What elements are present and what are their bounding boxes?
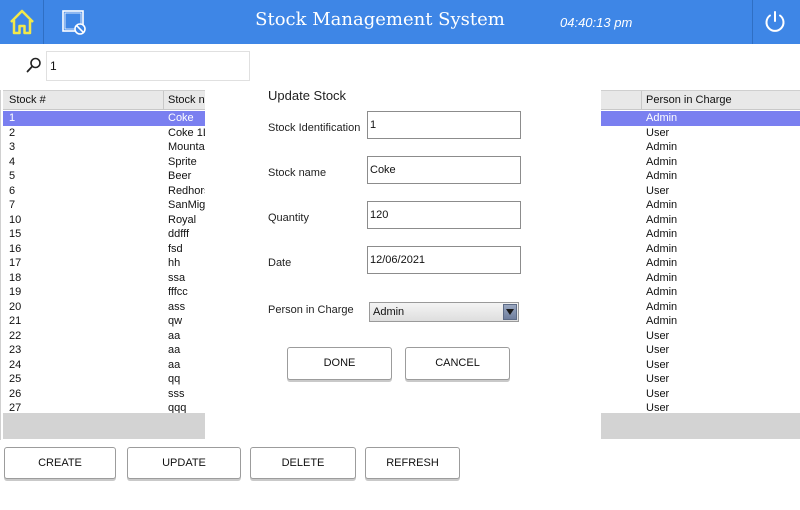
cell-stock-name: Royal (168, 213, 197, 226)
cell-stock-number: 6 (9, 184, 16, 197)
cell-stock-number: 17 (9, 257, 22, 269)
quantity-field[interactable] (367, 201, 521, 229)
cell-person-in-charge: User (646, 373, 670, 385)
cell-stock-number: 7 (9, 199, 16, 211)
cell-stock-name: hh (168, 257, 181, 269)
date-field[interactable] (367, 246, 521, 274)
cell-stock-number: 5 (9, 170, 16, 182)
column-divider (641, 91, 642, 110)
cell-stock-number: 16 (9, 242, 22, 255)
create-button[interactable]: CREATE (4, 447, 116, 479)
cell-stock-name: Redhors (168, 184, 210, 197)
column-header-person-in-charge[interactable]: Person in Charge (646, 94, 732, 106)
power-icon (765, 11, 784, 32)
home-icon (9, 9, 34, 35)
screen-button[interactable] (52, 0, 96, 44)
cell-person-in-charge: Admin (646, 141, 678, 153)
cell-person-in-charge: Admin (646, 155, 678, 168)
stock-id-label: Stock Identification (268, 122, 361, 134)
cell-stock-number: 3 (9, 141, 16, 153)
cell-stock-name: ssa (168, 271, 186, 284)
cell-person-in-charge: Admin (646, 228, 678, 240)
column-divider (163, 91, 164, 110)
clock-display: 04:40:13 pm (560, 15, 633, 30)
cell-stock-name: aa (168, 329, 181, 342)
cell-stock-name: Mountai (168, 141, 208, 153)
cell-person-in-charge: User (646, 126, 670, 139)
search-input[interactable] (46, 51, 250, 81)
cell-stock-number: 26 (9, 387, 22, 400)
cell-stock-number: 18 (9, 271, 22, 284)
update-button[interactable]: UPDATE (127, 447, 241, 479)
search-icon (26, 57, 41, 73)
quantity-label: Quantity (268, 212, 309, 224)
cell-stock-number: 4 (9, 155, 16, 168)
cell-stock-name: aa (168, 358, 181, 371)
cell-stock-name: qw (168, 315, 183, 327)
person-in-charge-select[interactable]: Admin (369, 302, 519, 322)
cell-stock-name: SanMig (168, 199, 206, 211)
person-in-charge-label: Person in Charge (268, 304, 354, 316)
cell-person-in-charge: User (646, 387, 670, 400)
column-header-stock-number[interactable]: Stock # (9, 94, 46, 106)
delete-button[interactable]: DELETE (250, 447, 356, 479)
cell-stock-name: Coke (168, 112, 194, 124)
cell-stock-name: fffcc (168, 286, 188, 298)
cell-person-in-charge: Admin (646, 213, 678, 226)
cell-person-in-charge: Admin (646, 170, 678, 182)
cell-person-in-charge: Admin (646, 257, 678, 269)
cell-stock-number: 21 (9, 315, 22, 327)
cell-person-in-charge: Admin (646, 300, 678, 313)
stock-name-label: Stock name (268, 167, 327, 179)
date-label: Date (268, 257, 292, 269)
app-title: Stock Management System (255, 9, 505, 30)
cell-stock-name: qq (168, 373, 181, 385)
cell-stock-name: sss (168, 387, 185, 400)
cell-stock-number: 2 (9, 126, 16, 139)
cell-stock-name: ass (168, 300, 186, 313)
display-off-icon (62, 10, 86, 35)
cancel-button[interactable]: CANCEL (405, 347, 510, 380)
power-button[interactable] (752, 0, 796, 44)
stock-name-field[interactable] (367, 156, 521, 184)
cell-stock-name: Coke 1L (168, 126, 209, 139)
cell-stock-number: 19 (9, 286, 22, 298)
cell-stock-number: 23 (9, 344, 22, 356)
cell-stock-name: Sprite (168, 155, 197, 168)
cell-stock-number: 20 (9, 300, 22, 313)
cell-person-in-charge: Admin (646, 199, 678, 211)
cell-stock-name: fsd (168, 242, 183, 255)
cell-person-in-charge: Admin (646, 271, 678, 284)
cell-stock-number: 24 (9, 358, 22, 371)
dialog-title: Update Stock (268, 88, 347, 103)
update-stock-dialog: Update Stock Stock Identification Stock … (205, 84, 601, 439)
person-in-charge-value: Admin (373, 306, 405, 318)
cell-stock-number: 1 (9, 112, 16, 124)
cell-stock-name: ddfff (168, 228, 190, 240)
chevron-down-icon[interactable] (503, 304, 517, 320)
cell-person-in-charge: User (646, 329, 670, 342)
cell-stock-number: 22 (9, 329, 22, 342)
cell-person-in-charge: User (646, 344, 670, 356)
cell-person-in-charge: Admin (646, 315, 678, 327)
stock-id-field[interactable] (367, 111, 521, 139)
home-button[interactable] (0, 0, 44, 44)
cell-person-in-charge: Admin (646, 112, 678, 124)
cell-stock-name: Beer (168, 170, 192, 182)
cell-person-in-charge: User (646, 358, 670, 371)
cell-stock-number: 25 (9, 373, 22, 385)
cell-person-in-charge: User (646, 184, 670, 197)
cell-stock-number: 10 (9, 213, 22, 226)
cell-stock-name: aa (168, 344, 181, 356)
refresh-button[interactable]: REFRESH (365, 447, 460, 479)
done-button[interactable]: DONE (287, 347, 392, 380)
cell-person-in-charge: Admin (646, 286, 678, 298)
cell-person-in-charge: Admin (646, 242, 678, 255)
app-header: Stock Management System 04:40:13 pm (0, 0, 800, 44)
cell-stock-number: 15 (9, 228, 22, 240)
